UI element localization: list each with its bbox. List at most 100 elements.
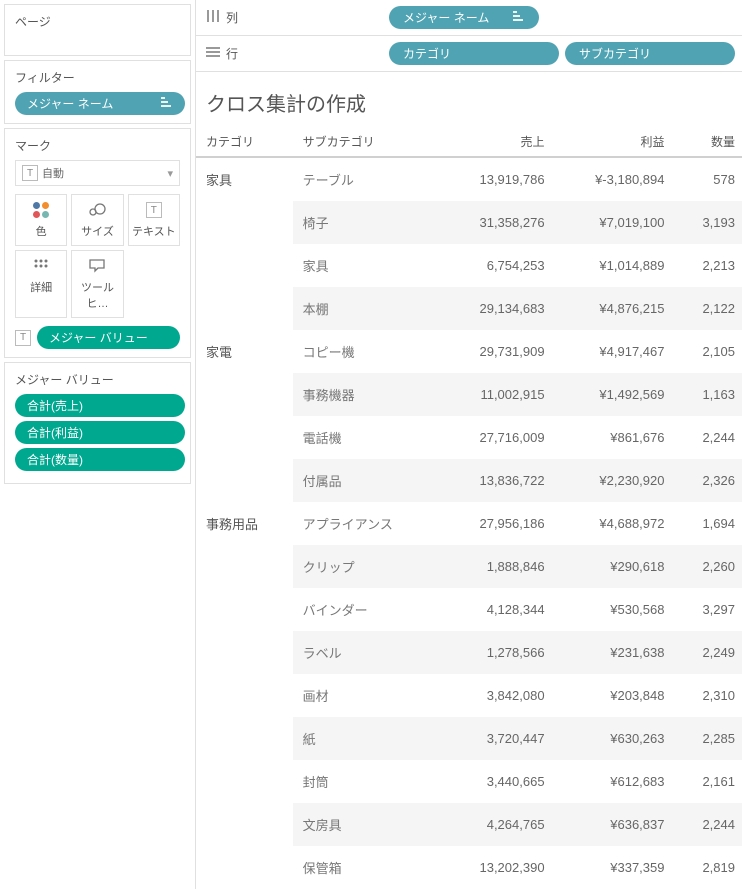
cell-subcategory[interactable]: 椅子: [293, 201, 441, 244]
mv-pill-quantity[interactable]: 合計(数量): [15, 448, 185, 471]
cell-category[interactable]: [196, 416, 293, 459]
cell-sales[interactable]: 11,002,915: [440, 373, 554, 416]
cell-category[interactable]: 事務用品: [196, 502, 293, 545]
cell-subcategory[interactable]: 文房具: [293, 803, 441, 846]
cell-quantity[interactable]: 2,244: [674, 803, 742, 846]
cell-category[interactable]: [196, 588, 293, 631]
marks-type-select[interactable]: T 自動 ▾: [15, 160, 180, 186]
cell-category[interactable]: [196, 287, 293, 330]
cell-sales[interactable]: 4,128,344: [440, 588, 554, 631]
cell-subcategory[interactable]: 事務機器: [293, 373, 441, 416]
cell-subcategory[interactable]: ラベル: [293, 631, 441, 674]
mv-pill-profit[interactable]: 合計(利益): [15, 421, 185, 444]
cell-sales[interactable]: 13,836,722: [440, 459, 554, 502]
columns-shelf[interactable]: 列 メジャー ネーム: [196, 0, 742, 36]
cell-quantity[interactable]: 2,249: [674, 631, 742, 674]
cell-sales[interactable]: 29,134,683: [440, 287, 554, 330]
cell-quantity[interactable]: 2,285: [674, 717, 742, 760]
cell-quantity[interactable]: 2,122: [674, 287, 742, 330]
cell-subcategory[interactable]: 封筒: [293, 760, 441, 803]
cell-profit[interactable]: ¥203,848: [555, 674, 675, 717]
cell-subcategory[interactable]: 家具: [293, 244, 441, 287]
cell-category[interactable]: 家電: [196, 330, 293, 373]
cell-subcategory[interactable]: アプライアンス: [293, 502, 441, 545]
cell-profit[interactable]: ¥612,683: [555, 760, 675, 803]
cell-subcategory[interactable]: テーブル: [293, 157, 441, 201]
cell-sales[interactable]: 6,754,253: [440, 244, 554, 287]
cell-category[interactable]: [196, 717, 293, 760]
cell-sales[interactable]: 13,919,786: [440, 157, 554, 201]
cell-quantity[interactable]: 2,260: [674, 545, 742, 588]
cell-sales[interactable]: 31,358,276: [440, 201, 554, 244]
cell-subcategory[interactable]: コピー機: [293, 330, 441, 373]
cell-sales[interactable]: 3,842,080: [440, 674, 554, 717]
cell-profit[interactable]: ¥290,618: [555, 545, 675, 588]
cell-sales[interactable]: 13,202,390: [440, 846, 554, 889]
mark-detail-button[interactable]: 詳細: [15, 250, 67, 318]
cell-subcategory[interactable]: 電話機: [293, 416, 441, 459]
cell-profit[interactable]: ¥4,917,467: [555, 330, 675, 373]
cell-profit[interactable]: ¥636,837: [555, 803, 675, 846]
cell-quantity[interactable]: 1,163: [674, 373, 742, 416]
cell-category[interactable]: [196, 631, 293, 674]
cell-profit[interactable]: ¥530,568: [555, 588, 675, 631]
cell-quantity[interactable]: 3,193: [674, 201, 742, 244]
cell-quantity[interactable]: 1,694: [674, 502, 742, 545]
cell-profit[interactable]: ¥861,676: [555, 416, 675, 459]
cell-profit[interactable]: ¥7,019,100: [555, 201, 675, 244]
cell-sales[interactable]: 29,731,909: [440, 330, 554, 373]
cell-profit[interactable]: ¥1,492,569: [555, 373, 675, 416]
cell-category[interactable]: [196, 803, 293, 846]
cell-subcategory[interactable]: クリップ: [293, 545, 441, 588]
header-subcategory[interactable]: サブカテゴリ: [293, 127, 441, 157]
row-pill-category[interactable]: カテゴリ: [389, 42, 559, 65]
cell-quantity[interactable]: 2,105: [674, 330, 742, 373]
header-category[interactable]: カテゴリ: [196, 127, 293, 157]
cell-sales[interactable]: 3,720,447: [440, 717, 554, 760]
cell-quantity[interactable]: 2,244: [674, 416, 742, 459]
cell-sales[interactable]: 1,278,566: [440, 631, 554, 674]
cell-category[interactable]: [196, 760, 293, 803]
cell-sales[interactable]: 1,888,846: [440, 545, 554, 588]
cell-subcategory[interactable]: 紙: [293, 717, 441, 760]
cell-quantity[interactable]: 2,161: [674, 760, 742, 803]
cell-sales[interactable]: 27,956,186: [440, 502, 554, 545]
cell-quantity[interactable]: 3,297: [674, 588, 742, 631]
mark-tooltip-button[interactable]: ツールヒ…: [71, 250, 123, 318]
cell-quantity[interactable]: 2,819: [674, 846, 742, 889]
filter-pill-measure-names[interactable]: メジャー ネーム: [15, 92, 185, 115]
cell-subcategory[interactable]: バインダー: [293, 588, 441, 631]
cell-subcategory[interactable]: 画材: [293, 674, 441, 717]
cell-profit[interactable]: ¥-3,180,894: [555, 157, 675, 201]
cell-subcategory[interactable]: 保管箱: [293, 846, 441, 889]
cell-sales[interactable]: 3,440,665: [440, 760, 554, 803]
cell-profit[interactable]: ¥1,014,889: [555, 244, 675, 287]
cell-category[interactable]: [196, 846, 293, 889]
cell-category[interactable]: [196, 244, 293, 287]
cell-quantity[interactable]: 578: [674, 157, 742, 201]
cell-quantity[interactable]: 2,326: [674, 459, 742, 502]
cell-category[interactable]: [196, 201, 293, 244]
cell-profit[interactable]: ¥4,876,215: [555, 287, 675, 330]
cell-profit[interactable]: ¥337,359: [555, 846, 675, 889]
cell-category[interactable]: [196, 373, 293, 416]
header-quantity[interactable]: 数量: [674, 127, 742, 157]
cell-category[interactable]: 家具: [196, 157, 293, 201]
mark-color-button[interactable]: 色: [15, 194, 67, 246]
column-pill-measure-names[interactable]: メジャー ネーム: [389, 6, 539, 29]
cell-subcategory[interactable]: 本棚: [293, 287, 441, 330]
cell-profit[interactable]: ¥231,638: [555, 631, 675, 674]
cell-sales[interactable]: 27,716,009: [440, 416, 554, 459]
header-sales[interactable]: 売上: [440, 127, 554, 157]
rows-shelf[interactable]: 行 カテゴリ サブカテゴリ: [196, 36, 742, 72]
mv-pill-sales[interactable]: 合計(売上): [15, 394, 185, 417]
mark-text-button[interactable]: T テキスト: [128, 194, 180, 246]
cell-quantity[interactable]: 2,310: [674, 674, 742, 717]
row-pill-subcategory[interactable]: サブカテゴリ: [565, 42, 735, 65]
cell-profit[interactable]: ¥2,230,920: [555, 459, 675, 502]
cell-category[interactable]: [196, 459, 293, 502]
cell-category[interactable]: [196, 545, 293, 588]
cell-subcategory[interactable]: 付属品: [293, 459, 441, 502]
cell-category[interactable]: [196, 674, 293, 717]
header-profit[interactable]: 利益: [555, 127, 675, 157]
